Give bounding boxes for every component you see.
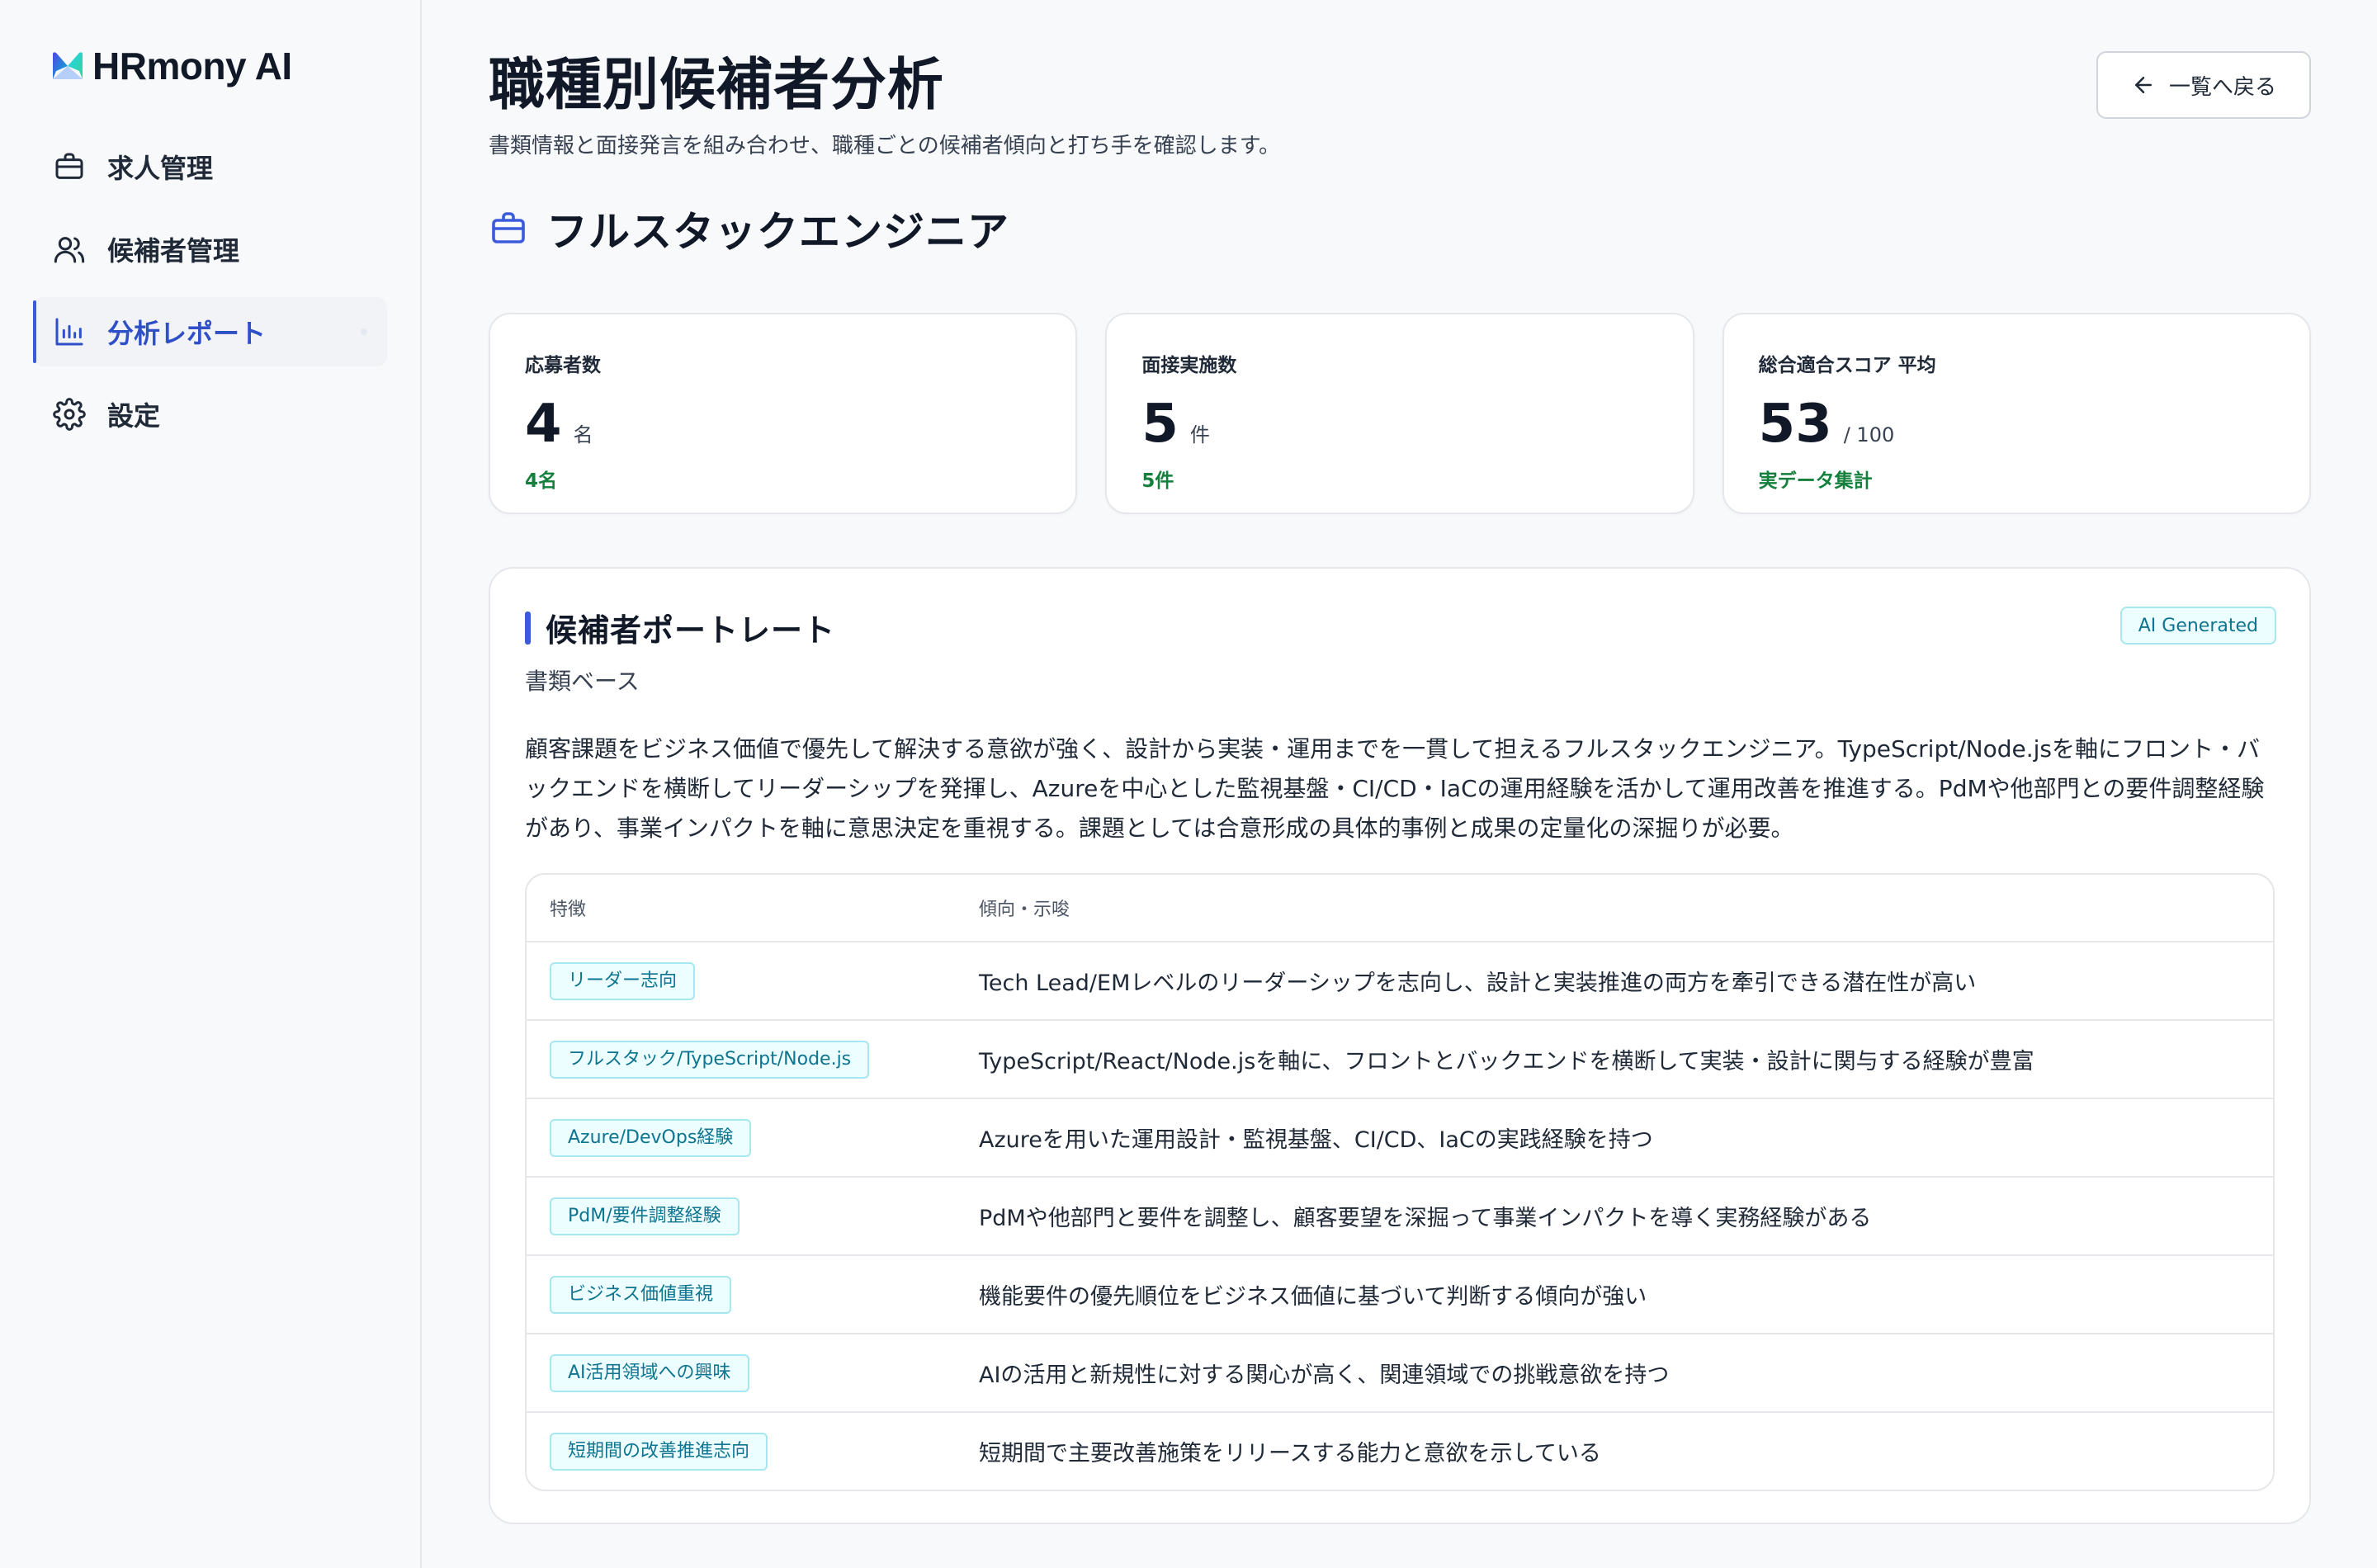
table-row: リーダー志向 Tech Lead/EMレベルのリーダーシップを志向し、設計と実装…: [527, 941, 2273, 1019]
candidate-portrait-card: 候補者ポートレート AI Generated 書類ベース 顧客課題をビジネス価値…: [489, 567, 2311, 1524]
table-row: PdM/要件調整経験 PdMや他部門と要件を調整し、顧客要望を深掘って事業インパ…: [527, 1176, 2273, 1254]
stat-unit: 件: [1189, 423, 1210, 446]
trait-tag: リーダー志向: [550, 961, 696, 1000]
table-row: Azure/DevOps経験 Azureを用いた運用設計・監視基盤、CI/CD、…: [527, 1098, 2273, 1176]
stat-label: 応募者数: [525, 355, 601, 376]
gear-icon: [53, 398, 86, 431]
section-title: 候補者ポートレート: [546, 612, 836, 649]
back-button-label: 一覧へ戻る: [2168, 74, 2276, 100]
section-accent-bar: [525, 611, 531, 645]
sidebar-item-jobs[interactable]: 求人管理: [33, 132, 387, 201]
arrow-left-icon: [2131, 73, 2169, 97]
logo-mark-icon: [48, 46, 87, 86]
back-to-list-button[interactable]: 一覧へ戻る: [2096, 51, 2311, 119]
page-subtitle: 書類情報と面接発言を組み合わせ、職種ごとの候補者傾向と打ち手を確認します。: [489, 134, 1281, 158]
stat-value: 4: [525, 394, 562, 455]
trait-tag: Azure/DevOps経験: [550, 1118, 752, 1157]
sidebar-item-reports[interactable]: 分析レポート: [33, 297, 387, 366]
sidebar-item-label: 候補者管理: [107, 235, 240, 267]
column-header-trait: 特徴: [550, 900, 587, 920]
sidebar-item-label: 求人管理: [107, 153, 214, 184]
trait-description: Azureを用いた運用設計・監視基盤、CI/CD、IaCの実践経験を持つ: [979, 1127, 1653, 1153]
trait-tag: フルスタック/TypeScript/Node.js: [550, 1040, 870, 1079]
stat-label: 総合適合スコア 平均: [1758, 355, 1936, 376]
stats-row: 応募者数 4 名 4名 面接実施数 5 件 5件 総合適合スコア 平均 53 /…: [489, 313, 2311, 514]
stat-unit: 名: [573, 423, 593, 446]
stat-note: 5件: [1141, 470, 1174, 492]
stat-card-fit-score: 総合適合スコア 平均 53 / 100 実データ集計: [1722, 313, 2311, 514]
logo[interactable]: HRmony AI: [33, 0, 387, 132]
trait-description: PdMや他部門と要件を調整し、顧客要望を深掘って事業インパクトを導く実務経験があ…: [979, 1206, 1872, 1231]
table-row: AI活用領域への興味 AIの活用と新規性に対する関心が高く、関連領域での挑戦意欲…: [527, 1333, 2273, 1411]
portrait-summary: 顧客課題をビジネス価値で優先して解決する意欲が強く、設計から実装・運用までを一貫…: [525, 735, 2265, 842]
app-root: HRmony AI 求人管理 候補者管理 分析レポート 設定 職種別候補者分析 …: [0, 0, 2377, 1568]
table-row: 短期間の改善推進志向 短期間で主要改善施策をリリースする能力と意欲を示している: [527, 1411, 2273, 1490]
trait-tag: AI活用領域への興味: [550, 1353, 749, 1392]
sidebar-item-label: 設定: [107, 400, 161, 432]
active-indicator-dot: [361, 328, 367, 335]
main-content: 職種別候補者分析 書類情報と面接発言を組み合わせ、職種ごとの候補者傾向と打ち手を…: [422, 0, 2377, 1568]
logo-text: HRmony AI: [92, 45, 292, 87]
table-row: ビジネス価値重視 機能要件の優先順位をビジネス価値に基づいて判断する傾向が強い: [527, 1254, 2273, 1333]
users-icon: [53, 233, 86, 266]
stat-card-applicants: 応募者数 4 名 4名: [489, 313, 1078, 514]
traits-table: 特徴 傾向・示唆 リーダー志向 Tech Lead/EMレベルのリーダーシップを…: [525, 873, 2275, 1491]
stat-note: 4名: [525, 470, 558, 492]
trait-tag: PdM/要件調整経験: [550, 1197, 740, 1235]
sidebar-item-candidates[interactable]: 候補者管理: [33, 215, 387, 284]
briefcase-icon: [53, 150, 86, 183]
stat-label: 面接実施数: [1141, 355, 1237, 376]
page-title: 職種別候補者分析: [489, 53, 945, 118]
job-heading: フルスタックエンジニア: [489, 199, 2311, 258]
job-title: フルスタックエンジニア: [546, 208, 1009, 256]
sidebar-item-settings[interactable]: 設定: [33, 380, 387, 449]
sidebar: HRmony AI 求人管理 候補者管理 分析レポート 設定: [0, 0, 422, 1568]
stat-unit: / 100: [1843, 423, 1895, 446]
table-row: フルスタック/TypeScript/Node.js TypeScript/Rea…: [527, 1019, 2273, 1098]
trait-description: TypeScript/React/Node.jsを軸に、フロントとバックエンドを…: [979, 1049, 2034, 1074]
stat-card-interviews: 面接実施数 5 件 5件: [1105, 313, 1694, 514]
stat-note: 実データ集計: [1758, 470, 1873, 492]
stat-value: 53: [1758, 394, 1832, 455]
stat-value: 5: [1141, 394, 1179, 455]
briefcase-icon: [489, 209, 546, 248]
trait-tag: 短期間の改善推進志向: [550, 1432, 768, 1471]
trait-description: 短期間で主要改善施策をリリースする能力と意欲を示している: [979, 1441, 1601, 1466]
section-subtitle: 書類ベース: [525, 668, 640, 695]
table-header-row: 特徴 傾向・示唆: [527, 875, 2273, 941]
ai-generated-badge: AI Generated: [2119, 607, 2276, 645]
sidebar-item-label: 分析レポート: [107, 318, 267, 349]
bar-chart-icon: [53, 315, 86, 348]
trait-description: 機能要件の優先順位をビジネス価値に基づいて判断する傾向が強い: [979, 1284, 1647, 1310]
trait-description: Tech Lead/EMレベルのリーダーシップを志向し、設計と実装推進の両方を牽…: [979, 971, 1977, 996]
trait-tag: ビジネス価値重視: [550, 1275, 732, 1314]
column-header-insight: 傾向・示唆: [979, 900, 1070, 920]
trait-description: AIの活用と新規性に対する関心が高く、関連領域での挑戦意欲を持つ: [979, 1363, 1670, 1388]
section-heading: 候補者ポートレート: [525, 605, 2275, 650]
